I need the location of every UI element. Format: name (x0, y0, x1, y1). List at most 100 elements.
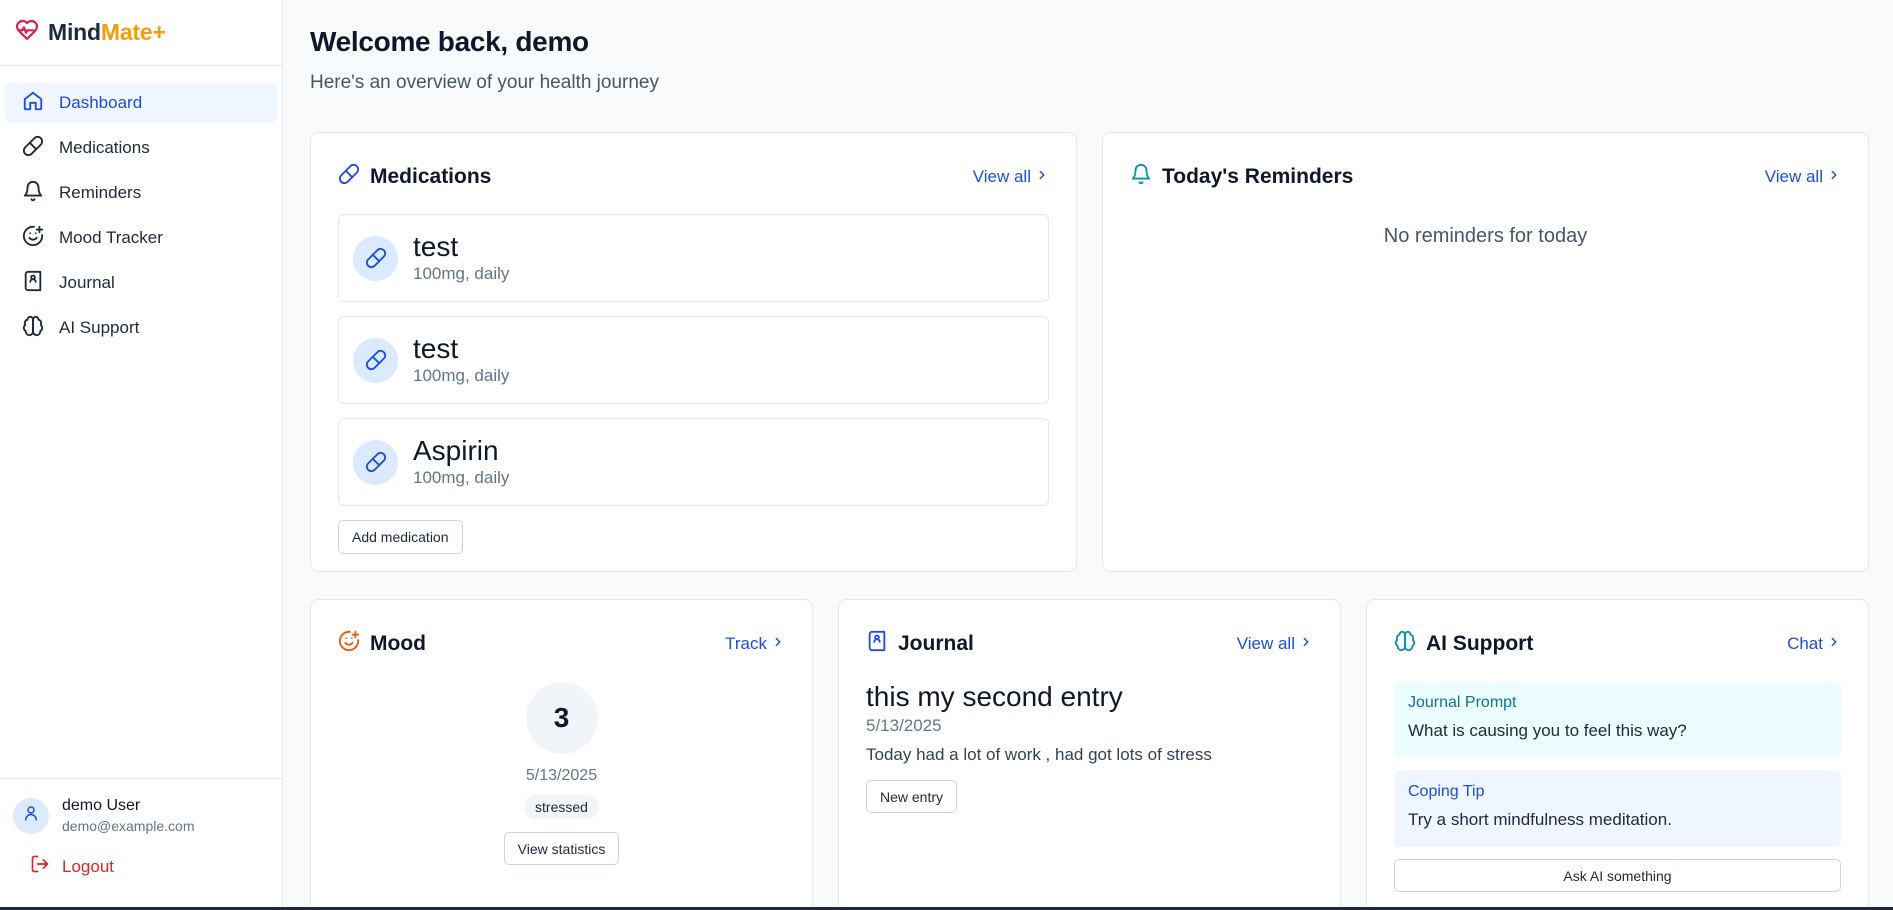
reminders-title: Today's Reminders (1162, 165, 1354, 188)
medication-item[interactable]: Aspirin 100mg, daily (338, 418, 1049, 506)
medications-card: Medications View all test 100mg, daily t… (310, 132, 1077, 572)
medication-name: test (413, 333, 459, 364)
main-content: Welcome back, demo Here's an overview of… (283, 0, 1893, 910)
pill-icon (338, 163, 360, 191)
new-entry-button[interactable]: New entry (866, 780, 958, 813)
sidebar: MindMate+ Dashboard Medications Reminder… (0, 0, 283, 910)
brain-icon (1394, 630, 1416, 658)
sidebar-item-reminders[interactable]: Reminders (5, 173, 277, 213)
journal-prompt-box: Journal Prompt What is causing you to fe… (1394, 681, 1841, 758)
brand[interactable]: MindMate+ (0, 0, 282, 66)
reminders-card: Today's Reminders View all No reminders … (1102, 132, 1869, 572)
link-label: View all (1764, 167, 1823, 186)
book-icon (22, 270, 44, 297)
coping-tip-label: Coping Tip (1408, 783, 1485, 800)
link-label: Chat (1787, 634, 1823, 653)
brand-name: MindMate+ (48, 19, 166, 46)
coping-tip-text: Try a short mindfulness meditation. (1408, 810, 1672, 829)
bell-icon (22, 180, 44, 207)
card-title: Medications (338, 163, 491, 191)
pill-icon (22, 135, 44, 162)
home-icon (22, 90, 44, 117)
card-title: Today's Reminders (1130, 163, 1353, 191)
sidebar-nav: Dashboard Medications Reminders Mood Tra… (0, 66, 282, 348)
brand-name-part1: Mind (48, 19, 101, 45)
journal-entry-text: Today had a lot of work , had got lots o… (866, 745, 1212, 764)
chevron-right-icon (1827, 167, 1841, 187)
brand-name-part2: Mate+ (100, 19, 166, 45)
sidebar-item-label: Dashboard (59, 93, 143, 112)
card-title: Journal (866, 630, 974, 658)
medication-dose: 100mg, daily (413, 264, 510, 283)
sidebar-item-label: Medications (59, 138, 150, 157)
pill-icon (353, 337, 398, 383)
sidebar-item-ai-support[interactable]: AI Support (5, 308, 277, 348)
mood-score: 3 (525, 682, 598, 754)
link-label: Track (725, 634, 767, 653)
chevron-right-icon (1299, 634, 1313, 654)
smile-plus-icon (338, 630, 360, 658)
medication-item[interactable]: test 100mg, daily (338, 214, 1049, 302)
medication-dose: 100mg, daily (413, 366, 510, 385)
user-name: demo User (62, 797, 141, 814)
chevron-right-icon (771, 634, 785, 654)
link-label: View all (1236, 634, 1295, 653)
user-email: demo@example.com (62, 818, 195, 834)
smile-plus-icon (22, 225, 44, 252)
journal-view-all-link[interactable]: View all (1237, 634, 1313, 654)
ai-chat-link[interactable]: Chat (1787, 634, 1841, 654)
medications-title: Medications (370, 165, 492, 188)
medication-list: test 100mg, daily test 100mg, daily Aspi… (338, 214, 1049, 506)
mood-label-badge: stressed (524, 795, 599, 819)
journal-card: Journal View all this my second entry 5/… (838, 599, 1341, 910)
user-icon (22, 804, 40, 827)
ai-support-title: AI Support (1426, 632, 1534, 655)
mood-title: Mood (370, 632, 426, 655)
sidebar-item-dashboard[interactable]: Dashboard (5, 83, 277, 123)
view-statistics-button[interactable]: View statistics (503, 832, 620, 865)
medication-name: test (413, 231, 459, 262)
reminders-view-all-link[interactable]: View all (1765, 167, 1841, 187)
logout-label: Logout (62, 856, 114, 876)
journal-title: Journal (898, 632, 974, 655)
journal-entry-date: 5/13/2025 (866, 716, 942, 735)
link-label: View all (972, 167, 1031, 186)
heart-pulse-icon (14, 18, 40, 47)
page-title: Welcome back, demo (310, 26, 589, 57)
add-medication-button[interactable]: Add medication (338, 520, 463, 554)
journal-prompt-label: Journal Prompt (1408, 694, 1517, 711)
medications-view-all-link[interactable]: View all (973, 167, 1049, 187)
page-subtitle: Here's an overview of your health journe… (310, 72, 659, 93)
avatar (13, 797, 49, 834)
coping-tip-box: Coping Tip Try a short mindfulness medit… (1394, 770, 1841, 847)
mood-date: 5/13/2025 (525, 767, 598, 784)
sidebar-item-label: Journal (59, 273, 115, 292)
medication-dose: 100mg, daily (413, 468, 510, 487)
card-title: AI Support (1394, 630, 1533, 658)
book-icon (866, 630, 888, 658)
empty-reminders-message: No reminders for today (1383, 225, 1588, 247)
sidebar-item-journal[interactable]: Journal (5, 263, 277, 303)
ai-support-card: AI Support Chat Journal Prompt What is c… (1366, 599, 1869, 910)
pill-icon (353, 439, 398, 485)
brain-icon (22, 315, 44, 342)
sidebar-item-label: Reminders (59, 183, 142, 202)
sidebar-item-label: Mood Tracker (59, 228, 163, 247)
user-profile[interactable]: demo User demo@example.com (0, 779, 282, 834)
medication-item[interactable]: test 100mg, daily (338, 316, 1049, 404)
chevron-right-icon (1827, 634, 1841, 654)
medication-name: Aspirin (413, 435, 499, 466)
bell-icon (1130, 163, 1152, 191)
pill-icon (353, 235, 398, 281)
chevron-right-icon (1035, 167, 1049, 187)
logout-button[interactable]: Logout (0, 834, 282, 879)
app: MindMate+ Dashboard Medications Reminder… (0, 0, 1893, 910)
journal-entry-title: this my second entry (866, 681, 1123, 712)
sidebar-item-medications[interactable]: Medications (5, 128, 277, 168)
sidebar-item-mood-tracker[interactable]: Mood Tracker (5, 218, 277, 258)
logout-icon (30, 854, 50, 879)
mood-track-link[interactable]: Track (725, 634, 785, 654)
journal-prompt-text: What is causing you to feel this way? (1408, 721, 1687, 740)
sidebar-item-label: AI Support (59, 318, 140, 337)
ask-ai-button[interactable]: Ask AI something (1394, 859, 1841, 892)
